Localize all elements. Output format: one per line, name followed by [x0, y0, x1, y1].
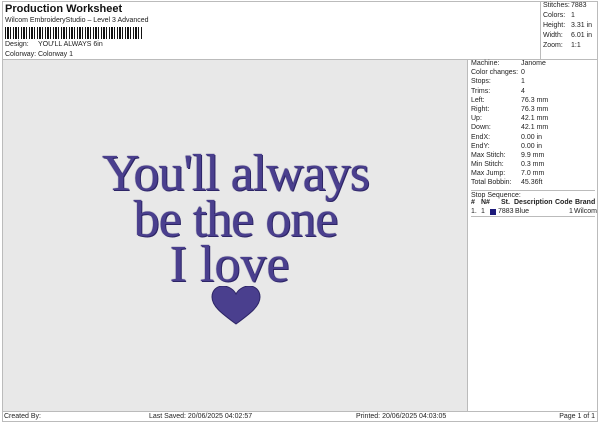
info-label: Total Bobbin: [471, 179, 512, 187]
header: Production Worksheet Wilcom EmbroiderySt… [2, 1, 598, 60]
info-value: 7.0 mm [521, 170, 545, 178]
col-header: Code [555, 198, 573, 206]
machine-info-row: Down: 42.1 mm [471, 124, 595, 133]
page-title: Production Worksheet [5, 3, 123, 15]
machine-info-row: Color changes: 0 [471, 69, 595, 78]
created-by: Created By: [4, 413, 41, 420]
machine-info-row: Max Jump: 7.0 mm [471, 170, 595, 179]
info-value: 0.00 in [521, 133, 543, 141]
design-row: Design: YOU'LL ALWAYS 6in [5, 41, 103, 48]
machine-info-row: Max Stitch: 9.9 mm [471, 152, 595, 161]
stat-value: 1:1 [571, 42, 581, 49]
stat-row: Width: 6.01 in [543, 32, 595, 42]
info-label: Color changes: [471, 69, 519, 77]
machine-info-row: Machine: Janome [471, 60, 595, 69]
cell: 1 [481, 207, 485, 215]
machine-info-row: Right: 76.3 mm [471, 106, 595, 115]
stop-sequence-row: 1. 1 7883 Blue 1 Wilcom [471, 207, 597, 217]
stat-row: Colors: 1 [543, 12, 595, 22]
info-label: Stops: [471, 78, 491, 86]
cell: Wilcom [574, 207, 597, 215]
cell: 7883 [498, 207, 514, 215]
machine-info-row: Stops: 1 [471, 78, 595, 87]
info-value: 0 [521, 69, 525, 77]
printed-date: Printed: 20/06/2025 04:03:05 [356, 413, 447, 420]
col-header: Description [514, 198, 553, 206]
software-name: Wilcom EmbroideryStudio – Level 3 Advanc… [5, 17, 149, 24]
stats-box: Stitches: 7883 Colors: 1 Height: 3.31 in Wi… [540, 1, 597, 59]
info-value: 76.3 mm [521, 96, 549, 104]
footer: Created By: Last Saved: 20/06/2025 04:02… [3, 411, 597, 421]
stop-sequence-title: Stop Sequence: [471, 189, 595, 199]
info-value: 0.00 in [521, 142, 543, 150]
info-label: Trims: [471, 87, 491, 95]
machine-info-row: Total Bobbin: 45.36ft [471, 179, 595, 188]
info-label: Down: [471, 124, 491, 132]
colorway-value: Colorway 1 [38, 51, 74, 58]
cell: 1 [569, 207, 573, 215]
stat-value: 1 [571, 12, 575, 19]
info-value: 76.3 mm [521, 105, 549, 113]
stat-value: 7883 [571, 2, 587, 9]
info-value: 42.1 mm [521, 124, 549, 132]
colorway-row: Colorway: Colorway 1 [5, 51, 73, 58]
stat-row: Height: 3.31 in [543, 22, 595, 32]
heart-icon [211, 286, 261, 325]
stat-value: 6.01 in [571, 32, 593, 39]
cell: Blue [515, 207, 530, 215]
page-number: Page 1 of 1 [559, 413, 595, 420]
info-value: 9.9 mm [521, 151, 545, 159]
info-label: Max Jump: [471, 170, 506, 178]
machine-info-panel: Machine: Janome Color changes: 0 Stops: 1 Trim… [469, 60, 597, 411]
design-label: Design: [5, 41, 29, 48]
stat-label: Stitches: [543, 2, 570, 9]
info-value: 42.1 mm [521, 115, 549, 123]
machine-info-row: Min Stitch: 0.3 mm [471, 161, 595, 170]
info-label: Min Stitch: [471, 161, 504, 169]
machine-info-row: Left: 76.3 mm [471, 97, 595, 106]
info-label: EndY: [471, 142, 490, 150]
info-value: 45.36ft [521, 179, 543, 187]
machine-info-row: Trims: 4 [471, 88, 595, 97]
info-value: 1 [521, 78, 525, 86]
col-header: N# [481, 198, 490, 206]
info-label: Left: [471, 96, 485, 104]
stat-value: 3.31 in [571, 22, 593, 29]
last-saved: Last Saved: 20/06/2025 04:02:57 [149, 413, 253, 420]
stat-label: Colors: [543, 12, 566, 19]
info-value: 4 [521, 87, 525, 95]
col-header: Brand [575, 198, 596, 206]
stat-row: Zoom: 1:1 [543, 42, 595, 52]
stat-label: Height: [543, 22, 566, 29]
stop-sequence-header: # N# St. Description Code Brand [471, 199, 595, 208]
machine-info-row: EndX: 0.00 in [471, 134, 595, 143]
barcode [5, 27, 143, 39]
stat-label: Width: [543, 32, 563, 39]
cell: 1. [471, 207, 477, 215]
info-label: Machine: [471, 60, 500, 67]
col-header: St. [501, 198, 510, 206]
stat-row: Stitches: 7883 [543, 2, 595, 12]
colorway-label: Colorway: [5, 51, 37, 58]
info-label: Up: [471, 115, 482, 123]
design-preview: You'll always be the one I love [3, 60, 468, 411]
design-value: YOU'LL ALWAYS 6in [38, 41, 103, 48]
info-label: Right: [471, 105, 490, 113]
machine-info-row: Up: 42.1 mm [471, 115, 595, 124]
stat-label: Zoom: [543, 42, 563, 49]
col-header: # [471, 198, 475, 206]
info-label: EndX: [471, 133, 491, 141]
info-label: Max Stitch: [471, 151, 506, 159]
machine-info-row: EndY: 0.00 in [471, 143, 595, 152]
color-swatch [490, 208, 496, 215]
info-value: 0.3 mm [521, 161, 545, 169]
info-value: Janome [521, 60, 546, 67]
